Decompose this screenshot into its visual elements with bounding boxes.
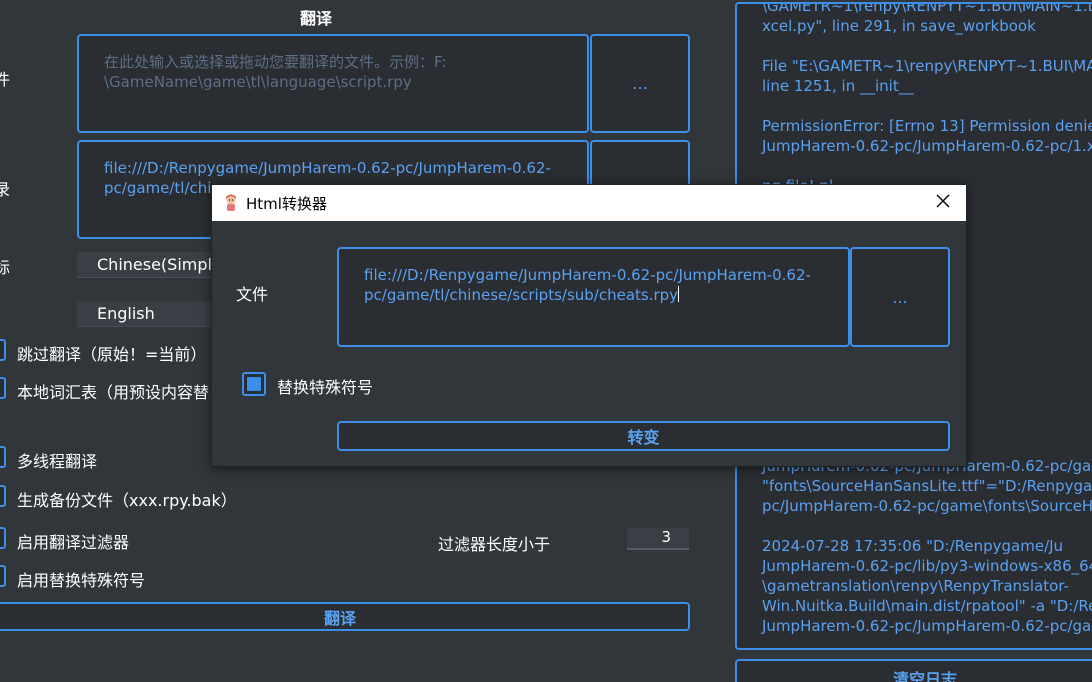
checkbox-check-icon xyxy=(247,377,261,391)
dialog-title: Html转换器 xyxy=(246,194,327,213)
filter-checkbox[interactable] xyxy=(0,527,6,549)
filter-length-input[interactable]: 3 xyxy=(627,528,689,550)
dialog-file-input[interactable]: file:///D:/Renpygame/JumpHarem-0.62-pc/J… xyxy=(337,247,850,347)
filter-length-label: 过滤器长度小于 xyxy=(438,535,551,554)
dialog-file-label: 文件 xyxy=(236,285,269,304)
log-line: xcel.py", line 291, in save_workbook xyxy=(762,17,1036,35)
dialog-replace-label: 替换特殊符号 xyxy=(277,378,374,397)
log-line: \gametranslation\renpy\RenpyTranslator- xyxy=(762,577,1069,595)
filter-label: 启用翻译过滤器 xyxy=(17,533,130,552)
app-icon xyxy=(222,194,240,212)
backup-checkbox[interactable] xyxy=(0,485,6,507)
file-label: 件 xyxy=(0,70,11,89)
local-glossary-label: 本地词汇表（用预设内容替 xyxy=(17,383,210,402)
text-cursor xyxy=(678,286,680,302)
replace-symbols-checkbox[interactable] xyxy=(0,565,6,587)
close-icon[interactable] xyxy=(934,193,952,211)
log-line: File "E:\GAMETR~1\renpy\RENPYT~1.BUI\MAI… xyxy=(762,57,1092,75)
dir-label: 录 xyxy=(0,180,11,199)
file-browse-button[interactable]: ... xyxy=(590,34,690,133)
page-title: 翻译 xyxy=(300,9,333,28)
convert-button[interactable]: 转变 xyxy=(337,421,950,451)
skip-translated-checkbox[interactable] xyxy=(0,339,6,361)
backup-label: 生成备份文件（xxx.rpy.bak） xyxy=(17,491,237,510)
dialog-file-input-value: file:///D:/Renpygame/JumpHarem-0.62-pc/J… xyxy=(364,266,811,304)
log-line: PermissionError: [Errno 13] Permission d… xyxy=(762,117,1092,135)
dialog-browse-button[interactable]: ... xyxy=(850,247,950,347)
multithread-label: 多线程翻译 xyxy=(17,452,98,471)
log-line: JumpHarem-0.62-pc/JumpHarem-0.62-pc/1.xl… xyxy=(762,137,1092,155)
target-lang-label: 标 xyxy=(0,258,11,277)
log-line: JumpHarem-0.62-pc/JumpHarem-0.62-pc/gam xyxy=(762,617,1092,635)
skip-translated-label: 跳过翻译（原始！=当前） xyxy=(17,345,207,364)
clear-log-button[interactable]: 清空日志 xyxy=(735,659,1092,682)
html-converter-dialog: Html转换器 文件 file:///D:/Renpygame/JumpHare… xyxy=(211,184,967,467)
log-line: "fonts\SourceHanSansLite.ttf"="D:/Renpyg… xyxy=(762,477,1092,495)
multithread-checkbox[interactable] xyxy=(0,446,6,468)
log-line: pc/JumpHarem-0.62-pc/game\fonts\SourceH xyxy=(762,497,1092,515)
log-line: line 1251, in __init__ xyxy=(762,77,914,95)
log-line: Win.Nuitka.Build\main.dist/rpatool" -a "… xyxy=(762,597,1092,615)
dialog-replace-checkbox[interactable] xyxy=(242,372,266,396)
replace-symbols-label: 启用替换特殊符号 xyxy=(17,571,146,590)
local-glossary-checkbox[interactable] xyxy=(0,377,6,399)
log-line: 2024-07-28 17:35:06 "D:/Renpygame/Ju xyxy=(762,537,1064,555)
translate-button[interactable]: 翻译 xyxy=(0,602,690,631)
file-input-placeholder: 在此处输入或选择或拖动您要翻译的文件。示例：F: \GameName\game\… xyxy=(104,53,447,91)
log-line: \GAMETR~1\renpy\RENPYT~1.BUI\MAIN~1.DIS\… xyxy=(762,2,1092,15)
file-input[interactable]: 在此处输入或选择或拖动您要翻译的文件。示例：F: \GameName\game\… xyxy=(77,34,589,133)
log-line: JumpHarem-0.62-pc/lib/py3-windows-x86_64… xyxy=(762,557,1092,575)
dialog-titlebar: Html转换器 xyxy=(212,185,966,221)
